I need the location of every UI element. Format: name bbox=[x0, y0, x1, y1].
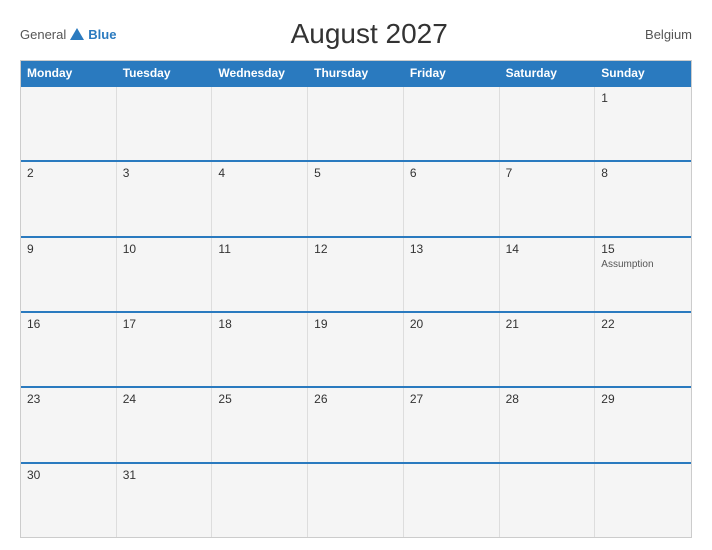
day-number: 5 bbox=[314, 166, 397, 180]
day-number: 29 bbox=[601, 392, 685, 406]
week-row-6: 30 31 bbox=[21, 462, 691, 537]
table-row: 26 bbox=[308, 388, 404, 461]
table-row bbox=[500, 464, 596, 537]
week-row-4: 16 17 18 19 20 21 22 bbox=[21, 311, 691, 386]
table-row: 4 bbox=[212, 162, 308, 235]
day-number: 4 bbox=[218, 166, 301, 180]
table-row: 12 bbox=[308, 238, 404, 311]
logo: General Blue bbox=[20, 27, 116, 42]
day-number: 13 bbox=[410, 242, 493, 256]
table-row: 24 bbox=[117, 388, 213, 461]
table-row: 29 bbox=[595, 388, 691, 461]
day-number: 9 bbox=[27, 242, 110, 256]
calendar: Monday Tuesday Wednesday Thursday Friday… bbox=[20, 60, 692, 538]
day-header-monday: Monday bbox=[21, 61, 117, 85]
day-number: 15 bbox=[601, 242, 685, 256]
table-row: 3 bbox=[117, 162, 213, 235]
day-number: 25 bbox=[218, 392, 301, 406]
day-number: 26 bbox=[314, 392, 397, 406]
day-header-friday: Friday bbox=[404, 61, 500, 85]
day-number: 11 bbox=[218, 242, 301, 256]
table-row: 28 bbox=[500, 388, 596, 461]
table-row: 17 bbox=[117, 313, 213, 386]
table-row bbox=[21, 87, 117, 160]
table-row: 9 bbox=[21, 238, 117, 311]
day-number: 3 bbox=[123, 166, 206, 180]
country-label: Belgium bbox=[622, 27, 692, 42]
day-number: 19 bbox=[314, 317, 397, 331]
table-row bbox=[595, 464, 691, 537]
table-row: 14 bbox=[500, 238, 596, 311]
day-header-tuesday: Tuesday bbox=[117, 61, 213, 85]
day-number: 20 bbox=[410, 317, 493, 331]
day-number: 7 bbox=[506, 166, 589, 180]
day-number: 22 bbox=[601, 317, 685, 331]
day-number: 27 bbox=[410, 392, 493, 406]
table-row: 13 bbox=[404, 238, 500, 311]
table-row: 23 bbox=[21, 388, 117, 461]
table-row bbox=[500, 87, 596, 160]
table-row: 27 bbox=[404, 388, 500, 461]
table-row: 21 bbox=[500, 313, 596, 386]
day-number: 31 bbox=[123, 468, 206, 482]
calendar-body: 123456789101112131415Assumption161718192… bbox=[21, 85, 691, 537]
table-row: 31 bbox=[117, 464, 213, 537]
day-event: Assumption bbox=[601, 258, 685, 271]
day-number: 16 bbox=[27, 317, 110, 331]
week-row-3: 9 10 11 12 13 14 15 Assumption bbox=[21, 236, 691, 311]
day-number: 8 bbox=[601, 166, 685, 180]
day-number: 28 bbox=[506, 392, 589, 406]
day-number: 18 bbox=[218, 317, 301, 331]
calendar-title: August 2027 bbox=[116, 18, 622, 50]
table-row: 16 bbox=[21, 313, 117, 386]
day-number: 24 bbox=[123, 392, 206, 406]
day-number: 2 bbox=[27, 166, 110, 180]
table-row: 22 bbox=[595, 313, 691, 386]
day-number: 10 bbox=[123, 242, 206, 256]
table-row: 15 Assumption bbox=[595, 238, 691, 311]
table-row: 5 bbox=[308, 162, 404, 235]
day-header-wednesday: Wednesday bbox=[212, 61, 308, 85]
table-row: 6 bbox=[404, 162, 500, 235]
table-row: 18 bbox=[212, 313, 308, 386]
table-row: 8 bbox=[595, 162, 691, 235]
week-row-2: 2345678 bbox=[21, 160, 691, 235]
table-row: 7 bbox=[500, 162, 596, 235]
day-number: 14 bbox=[506, 242, 589, 256]
week-row-1: 1 bbox=[21, 85, 691, 160]
table-row: 25 bbox=[212, 388, 308, 461]
table-row: 10 bbox=[117, 238, 213, 311]
table-row: 11 bbox=[212, 238, 308, 311]
day-number: 23 bbox=[27, 392, 110, 406]
days-header: Monday Tuesday Wednesday Thursday Friday… bbox=[21, 61, 691, 85]
table-row: 1 bbox=[595, 87, 691, 160]
table-row bbox=[212, 87, 308, 160]
day-number: 21 bbox=[506, 317, 589, 331]
day-header-thursday: Thursday bbox=[308, 61, 404, 85]
day-number: 6 bbox=[410, 166, 493, 180]
day-number: 1 bbox=[601, 91, 685, 105]
day-header-sunday: Sunday bbox=[595, 61, 691, 85]
day-number: 30 bbox=[27, 468, 110, 482]
table-row bbox=[308, 87, 404, 160]
table-row: 30 bbox=[21, 464, 117, 537]
logo-text-general: General bbox=[20, 27, 66, 42]
table-row bbox=[212, 464, 308, 537]
week-row-5: 23 24 25 26 27 28 29 bbox=[21, 386, 691, 461]
table-row bbox=[117, 87, 213, 160]
header: General Blue August 2027 Belgium bbox=[20, 18, 692, 50]
table-row: 19 bbox=[308, 313, 404, 386]
table-row bbox=[308, 464, 404, 537]
logo-text-blue: Blue bbox=[88, 27, 116, 42]
table-row: 2 bbox=[21, 162, 117, 235]
day-number: 12 bbox=[314, 242, 397, 256]
day-header-saturday: Saturday bbox=[500, 61, 596, 85]
table-row: 20 bbox=[404, 313, 500, 386]
page: General Blue August 2027 Belgium Monday … bbox=[0, 0, 712, 550]
day-number: 17 bbox=[123, 317, 206, 331]
table-row bbox=[404, 464, 500, 537]
table-row bbox=[404, 87, 500, 160]
logo-triangle-icon bbox=[70, 28, 84, 40]
